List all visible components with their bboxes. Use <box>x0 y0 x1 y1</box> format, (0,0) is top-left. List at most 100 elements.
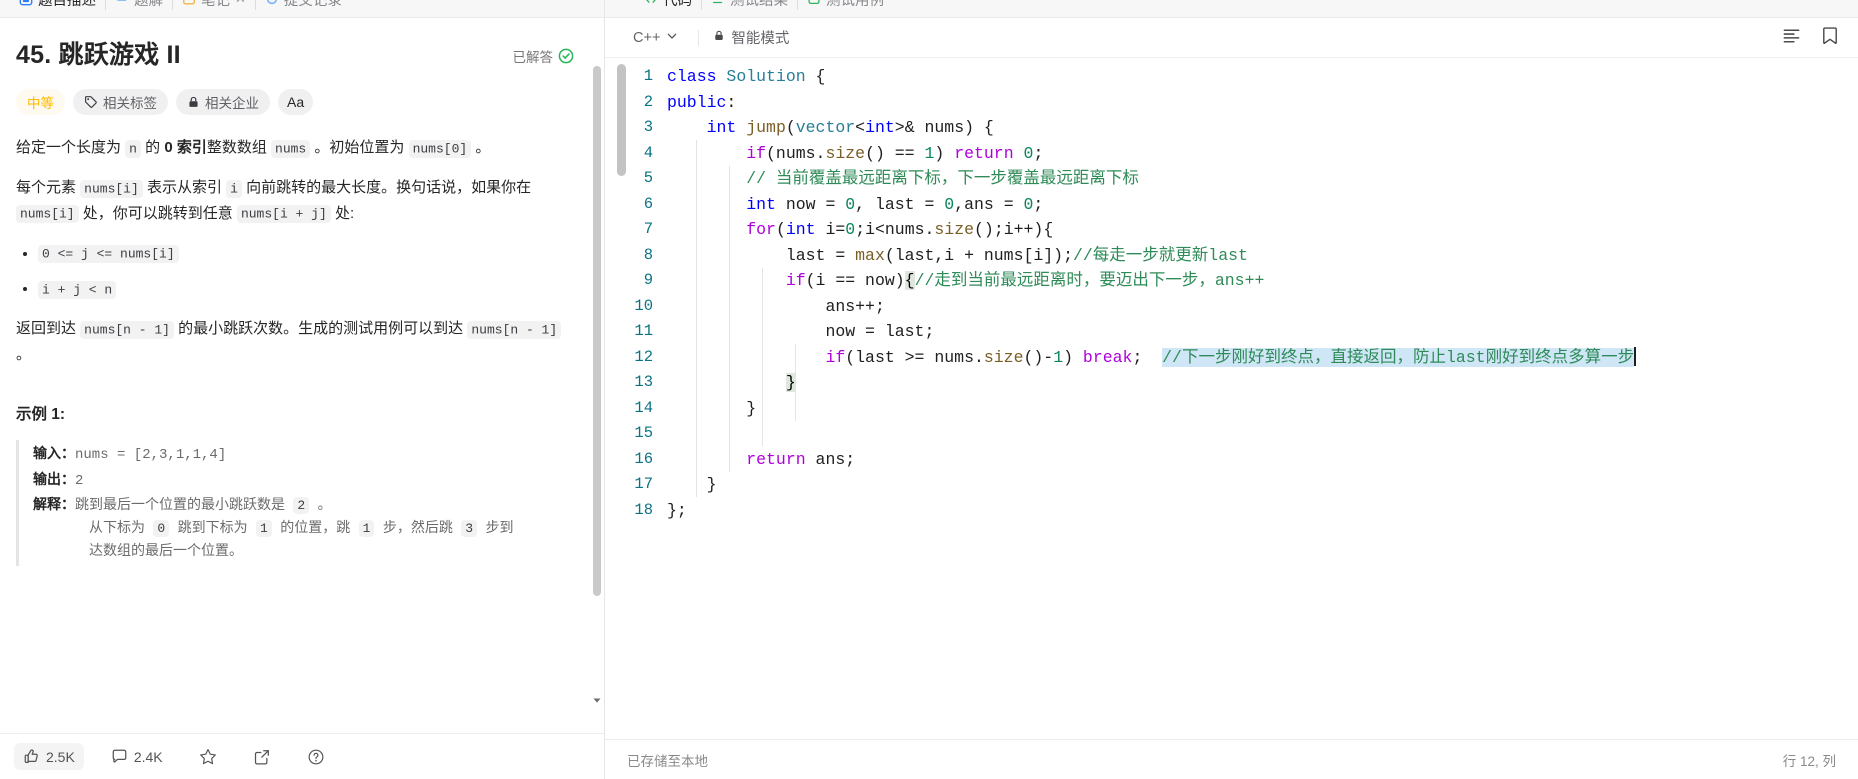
difficulty-badge[interactable]: 中等 <box>16 89 65 116</box>
problem-content-scroll[interactable]: 45. 跳跃游戏 II 已解答 中等 相关标签 相关企业 Aa 给定一个长度为 … <box>0 18 604 733</box>
code-text[interactable]: return ans; <box>667 447 1858 473</box>
note-icon <box>182 0 196 6</box>
code-text[interactable]: last = max(last,i + nums[i]);//每走一步就更新la… <box>667 243 1858 269</box>
code-line[interactable]: 4 if(nums.size() == 1) return 0; <box>605 141 1858 167</box>
smart-mode-toggle[interactable]: 智能模式 <box>713 27 789 48</box>
text: 跳到下标为 <box>169 520 257 537</box>
help-button[interactable] <box>298 743 334 771</box>
code-line[interactable]: 9 if(i == now){//走到当前最远距离时，要迈出下一步，ans++ <box>605 268 1858 294</box>
close-icon[interactable]: ✕ <box>235 0 246 7</box>
code-text[interactable]: public: <box>667 90 1858 116</box>
like-button[interactable]: 2.5K <box>14 743 84 770</box>
code-token: : <box>726 92 737 112</box>
related-companies-button[interactable]: 相关企业 <box>176 89 270 116</box>
code-text[interactable]: if(i == now){//走到当前最远距离时，要迈出下一步，ans++ <box>667 268 1858 294</box>
code-text[interactable]: } <box>667 370 1858 396</box>
line-number: 6 <box>643 194 653 213</box>
comment-button[interactable]: 2.4K <box>102 743 172 770</box>
scrollbar-thumb[interactable] <box>593 66 601 596</box>
code-text[interactable]: now = last; <box>667 319 1858 345</box>
tab-submissions[interactable]: 提交记录 <box>256 0 351 9</box>
code-line[interactable]: 6 int now = 0, last = 0,ans = 0; <box>605 192 1858 218</box>
emphasis: 0 索引 <box>164 139 207 157</box>
inline-code: 1 <box>358 519 375 537</box>
tab-solutions[interactable]: 题解 <box>106 0 172 9</box>
code-text[interactable]: // 当前覆盖最远距离下标，下一步覆盖最远距离下标 <box>667 166 1858 192</box>
inline-code: 2 <box>293 496 310 514</box>
tab-label: 题解 <box>134 0 163 9</box>
code-token: ) <box>1063 347 1083 367</box>
code-line[interactable]: 12 if(last >= nums.size()-1) break; //下一… <box>605 345 1858 371</box>
scroll-down-arrow-icon[interactable] <box>593 695 601 705</box>
code-editor[interactable]: 1 class Solution {2 public: 3 int jump(vect… <box>605 58 1858 739</box>
code-text[interactable]: } <box>667 472 1858 498</box>
code-line[interactable]: 8 last = max(last,i + nums[i]);//每走一步就更新… <box>605 243 1858 269</box>
comment-icon <box>111 748 128 765</box>
problem-scrollbar[interactable] <box>593 66 601 703</box>
tab-test-result[interactable]: 测试结果 <box>702 0 797 9</box>
code-token: ( <box>775 220 786 239</box>
editor-tab-bar: 代码 测试结果 测试用例 <box>605 0 1858 18</box>
editor-toolbar-right <box>1781 25 1840 51</box>
text: 从下标为 <box>89 520 154 537</box>
thumbs-up-icon <box>23 748 40 765</box>
tab-label: 测试用例 <box>826 0 884 9</box>
font-size-button[interactable]: Aa <box>278 89 314 116</box>
tab-test-case[interactable]: 测试用例 <box>798 0 893 9</box>
code-text[interactable]: }; <box>667 498 1858 524</box>
code-token: ans; <box>805 449 856 469</box>
code-text[interactable]: int now = 0, last = 0,ans = 0; <box>667 192 1858 218</box>
example-output-label: 输出： <box>33 470 75 487</box>
line-number: 18 <box>634 500 653 519</box>
bookmark-icon[interactable] <box>1820 25 1840 51</box>
tab-notes[interactable]: 笔记 ✕ <box>173 0 255 9</box>
code-line[interactable]: 7 for(int i=0;i<nums.size();i++){ <box>605 217 1858 243</box>
code-text[interactable]: } <box>667 396 1858 422</box>
code-line[interactable]: 14 } <box>605 396 1858 422</box>
tab-label: 代码 <box>663 0 692 9</box>
code-text[interactable]: if(nums.size() == 1) return 0; <box>667 141 1858 167</box>
editor-scrollbar-thumb[interactable] <box>617 64 626 176</box>
code-line[interactable]: 18}; <box>605 498 1858 524</box>
line-number: 16 <box>634 449 653 468</box>
code-token: 1 <box>1053 347 1064 367</box>
description-paragraph-1: 给定一个长度为 n 的 0 索引整数数组 nums 。初始位置为 nums[0]… <box>16 135 574 161</box>
language-selector[interactable]: C++ <box>627 27 684 49</box>
code-line[interactable]: 10 ans++; <box>605 294 1858 320</box>
code-text[interactable]: for(int i=0;i<nums.size();i++){ <box>667 217 1858 243</box>
problem-pane: 题目描述 题解 笔记 ✕ 提交记录 <box>0 0 605 779</box>
code-line[interactable]: 3 int jump(vector<int>& nums) { <box>605 115 1858 141</box>
share-button[interactable] <box>244 743 280 771</box>
format-list-icon[interactable] <box>1781 25 1802 51</box>
code-text[interactable]: ans++; <box>667 294 1858 320</box>
code-token: }; <box>667 500 687 520</box>
code-token: } <box>667 475 717 494</box>
code-lines-container[interactable]: 1 class Solution {2 public: 3 int jump(vect… <box>605 64 1858 523</box>
code-line[interactable]: 1 class Solution { <box>605 64 1858 90</box>
example-explain-line-3: 达数组的最后一个位置。 <box>33 541 574 564</box>
code-token: ;i<nums. <box>855 220 935 239</box>
code-line[interactable]: 15 <box>605 421 1858 447</box>
page-title: 45. 跳跃游戏 II <box>16 41 181 69</box>
code-token: 0 <box>1023 194 1034 214</box>
code-text[interactable]: if(last >= nums.size()-1) break; //下一步刚好… <box>667 345 1858 371</box>
code-line[interactable]: 11 now = last; <box>605 319 1858 345</box>
solved-label: 已解答 <box>512 49 554 65</box>
code-line[interactable]: 5 // 当前覆盖最远距离下标，下一步覆盖最远距离下标 <box>605 166 1858 192</box>
tab-problem-description[interactable]: 题目描述 <box>10 0 105 9</box>
code-line[interactable]: 13 } <box>605 370 1858 396</box>
code-line[interactable]: 17 } <box>605 472 1858 498</box>
code-text[interactable]: class Solution { <box>667 64 1858 90</box>
favorite-button[interactable] <box>190 743 226 771</box>
code-token: () == <box>865 143 925 163</box>
code-line[interactable]: 2 public: <box>605 90 1858 116</box>
related-tags-button[interactable]: 相关标签 <box>73 89 168 116</box>
code-text[interactable]: int jump(vector<int>& nums) { <box>667 115 1858 141</box>
code-line[interactable]: 16 return ans; <box>605 447 1858 473</box>
editor-pane: 代码 测试结果 测试用例 C++ 智能模式 1 class Solution {… <box>605 0 1858 779</box>
tab-code[interactable]: 代码 <box>635 0 701 9</box>
tab-label: 题目描述 <box>38 0 96 9</box>
